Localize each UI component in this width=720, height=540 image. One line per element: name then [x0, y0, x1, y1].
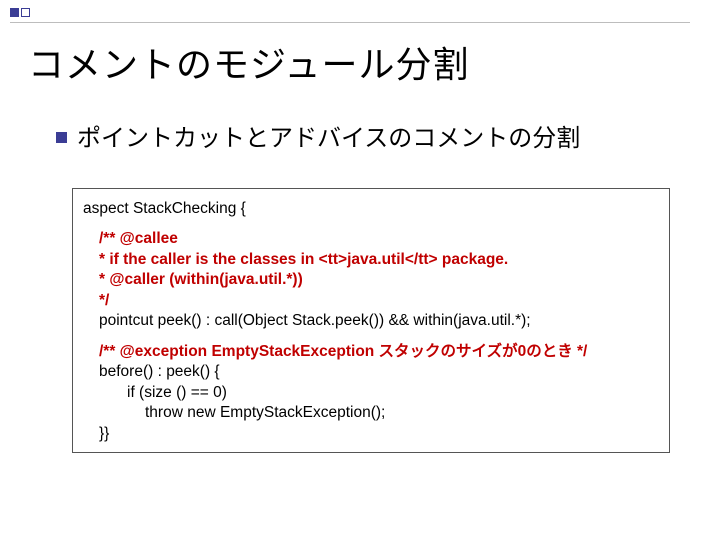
code-comment: /** @exception EmptyStackException スタックの… — [83, 342, 659, 362]
code-line: throw new EmptyStackException(); — [83, 403, 659, 423]
code-block: aspect StackChecking { /** @callee * if … — [72, 188, 670, 453]
square-icon — [10, 8, 19, 17]
slide-title: コメントのモジュール分割 — [28, 36, 469, 88]
code-comment: */ — [83, 291, 659, 311]
divider — [10, 22, 690, 23]
code-comment: /** @callee — [83, 229, 659, 249]
code-line: aspect StackChecking { — [83, 199, 659, 219]
square-outline-icon — [21, 8, 30, 17]
bullet-row: ポイントカットとアドバイスのコメントの分割 — [56, 118, 580, 153]
bullet-icon — [56, 132, 67, 143]
code-comment: * @caller (within(java.util.*)) — [83, 270, 659, 290]
code-line: if (size () == 0) — [83, 383, 659, 403]
decoration-squares — [10, 8, 30, 17]
code-line: before() : peek() { — [83, 362, 659, 382]
bullet-text: ポイントカットとアドバイスのコメントの分割 — [77, 118, 580, 153]
code-line: pointcut peek() : call(Object Stack.peek… — [83, 311, 659, 331]
code-comment: * if the caller is the classes in <tt>ja… — [83, 250, 659, 270]
code-line: }} — [83, 424, 659, 444]
